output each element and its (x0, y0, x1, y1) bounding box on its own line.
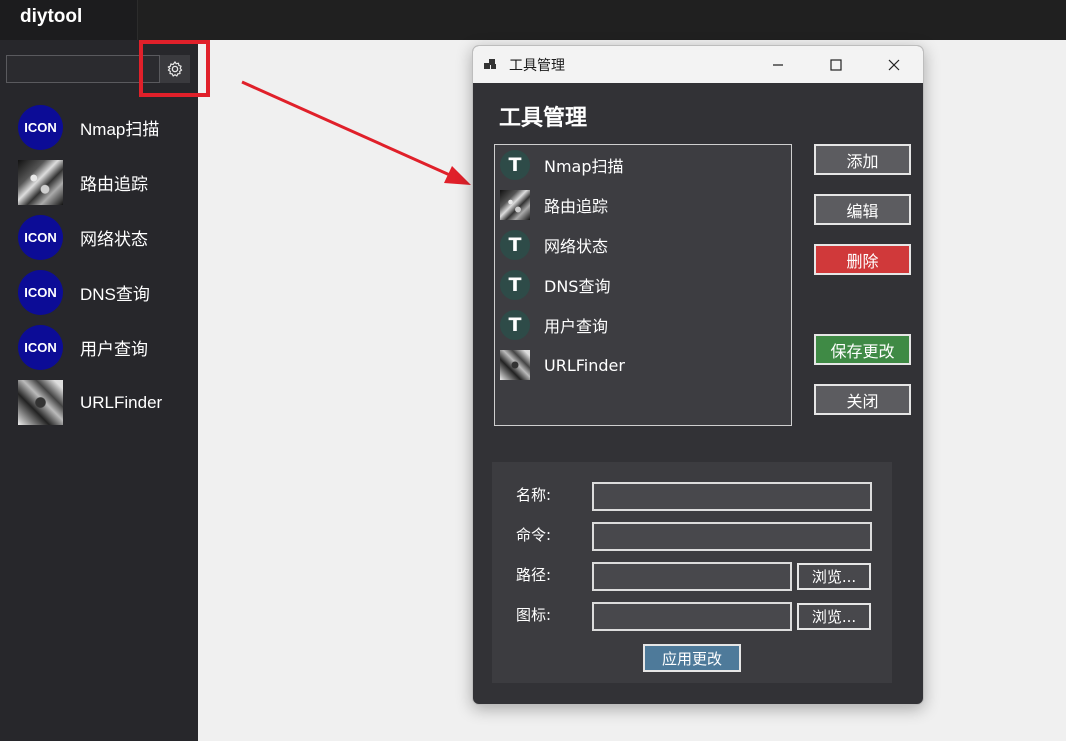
tool-label: DNS查询 (80, 285, 150, 304)
list-item-label: URLFinder (544, 355, 625, 375)
maximize-icon (830, 58, 842, 71)
maximize-button[interactable] (807, 46, 865, 83)
name-label: 名称: (516, 486, 552, 504)
tool-label: URLFinder (80, 392, 163, 412)
list-item-label: 用户查询 (544, 317, 609, 336)
sidebar: ICON Nmap扫描 路由追踪 ICON 网络状态 ICON DNS查询 IC… (0, 40, 210, 741)
tool-manager-dialog: 工具管理 工具管理 T Nmap扫描 路由追踪 T 网络状态 T DNS查询 T… (472, 45, 924, 705)
app-window-icon (484, 59, 496, 69)
tool-icon: ICON (18, 270, 63, 315)
apply-changes-button[interactable]: 应用更改 (643, 644, 741, 672)
image-thumbnail-icon (500, 350, 530, 380)
tool-item-netstat[interactable]: ICON 网络状态 (0, 210, 198, 265)
t-letter-icon: T (500, 270, 530, 300)
tool-list: ICON Nmap扫描 路由追踪 ICON 网络状态 ICON DNS查询 IC… (0, 100, 198, 430)
list-item-label: Nmap扫描 (544, 157, 624, 176)
minimize-icon (773, 63, 783, 66)
close-button[interactable]: 关闭 (814, 384, 911, 415)
list-item[interactable]: URLFinder (495, 345, 791, 385)
path-label: 路径: (516, 566, 552, 584)
close-icon (888, 59, 900, 70)
icon-placeholder: ICON (18, 270, 63, 315)
tool-item-nmap[interactable]: ICON Nmap扫描 (0, 100, 198, 155)
dialog-heading: 工具管理 (499, 106, 588, 131)
highlight-annotation-box (139, 40, 210, 97)
tool-icon (18, 160, 63, 205)
list-item[interactable]: T Nmap扫描 (495, 145, 791, 185)
add-button[interactable]: 添加 (814, 144, 911, 175)
tool-icon (18, 380, 63, 425)
edit-form-panel: 名称: 命令: 路径: 浏览... 图标: 浏览... 应用更改 (492, 462, 892, 683)
tool-label: Nmap扫描 (80, 120, 160, 139)
command-field[interactable] (592, 522, 872, 551)
tool-icon: ICON (18, 215, 63, 260)
tool-listbox[interactable]: T Nmap扫描 路由追踪 T 网络状态 T DNS查询 T 用户查询 URLF… (494, 144, 792, 426)
image-thumbnail-icon (500, 190, 530, 220)
list-item-label: 路由追踪 (544, 197, 609, 216)
tool-item-user-query[interactable]: ICON 用户查询 (0, 320, 198, 375)
list-item[interactable]: 路由追踪 (495, 185, 791, 225)
icon-placeholder: ICON (18, 325, 63, 370)
edit-button[interactable]: 编辑 (814, 194, 911, 225)
t-letter-icon: T (500, 150, 530, 180)
tool-item-traceroute[interactable]: 路由追踪 (0, 155, 198, 210)
list-item[interactable]: T DNS查询 (495, 265, 791, 305)
browse-path-button[interactable]: 浏览... (797, 563, 871, 590)
search-input[interactable] (6, 55, 160, 83)
close-window-button[interactable] (865, 46, 923, 83)
app-title: diytool (20, 6, 83, 27)
t-letter-icon: T (500, 230, 530, 260)
image-thumbnail-icon (18, 380, 63, 425)
tool-icon: ICON (18, 325, 63, 370)
browse-icon-button[interactable]: 浏览... (797, 603, 871, 630)
tool-label: 路由追踪 (80, 175, 148, 194)
list-item[interactable]: T 用户查询 (495, 305, 791, 345)
icon-path-field[interactable] (592, 602, 792, 631)
tool-icon: ICON (18, 105, 63, 150)
command-label: 命令: (516, 526, 552, 544)
list-item-label: 网络状态 (544, 237, 609, 256)
list-item[interactable]: T 网络状态 (495, 225, 791, 265)
t-letter-icon: T (500, 310, 530, 340)
dialog-window-title: 工具管理 (509, 58, 565, 74)
path-field[interactable] (592, 562, 792, 591)
name-field[interactable] (592, 482, 872, 511)
list-item-label: DNS查询 (544, 277, 611, 296)
minimize-button[interactable] (749, 46, 807, 83)
delete-button[interactable]: 删除 (814, 244, 911, 275)
save-changes-button[interactable]: 保存更改 (814, 334, 911, 365)
tool-item-urlfinder[interactable]: URLFinder (0, 375, 198, 430)
dialog-titlebar[interactable]: 工具管理 (473, 46, 923, 83)
tool-label: 用户查询 (80, 340, 148, 359)
icon-label: 图标: (516, 606, 552, 624)
tool-item-dns[interactable]: ICON DNS查询 (0, 265, 198, 320)
app-titlebar: diytool (0, 0, 1066, 40)
icon-placeholder: ICON (18, 105, 63, 150)
image-thumbnail-icon (18, 160, 63, 205)
icon-placeholder: ICON (18, 215, 63, 260)
tool-label: 网络状态 (80, 230, 148, 249)
